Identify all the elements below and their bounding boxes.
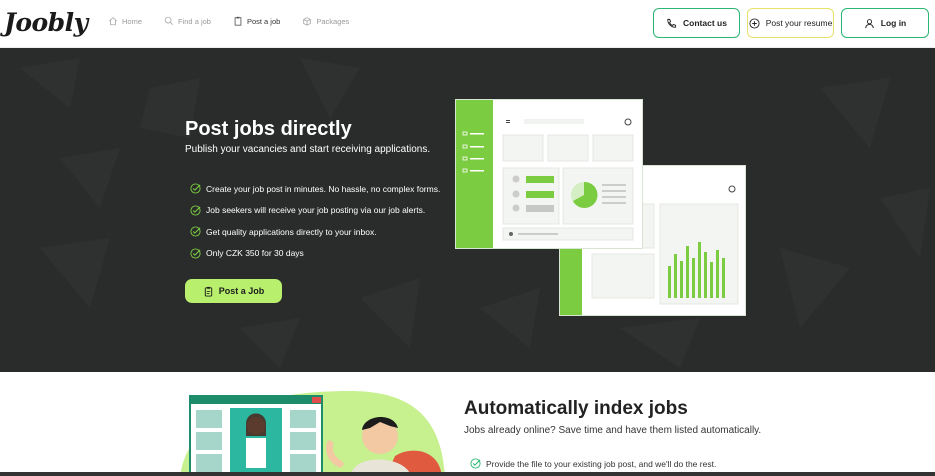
hero-subtitle: Publish your vacancies and start receivi… bbox=[185, 144, 431, 155]
package-icon bbox=[303, 17, 312, 26]
check-icon bbox=[190, 205, 201, 216]
check-icon bbox=[190, 226, 201, 237]
contact-us-button[interactable]: Contact us bbox=[653, 8, 740, 38]
nav-home-label: Home bbox=[122, 16, 143, 26]
mockup-dashboard-illustration bbox=[460, 103, 634, 241]
main-nav: Home Find a job Post a job Packages bbox=[108, 16, 349, 26]
auto-index-section: Automatically index jobs Jobs already on… bbox=[0, 372, 935, 476]
hero-section: Post jobs directly Publish your vacancie… bbox=[0, 48, 935, 372]
nav-find-job[interactable]: Find a job bbox=[164, 16, 211, 26]
login-label: Log in bbox=[880, 18, 907, 28]
hero-title: Post jobs directly bbox=[185, 118, 352, 140]
user-icon bbox=[864, 18, 874, 28]
benefit-text: Create your job post in minutes. No hass… bbox=[206, 183, 441, 194]
benefit-item: Create your job post in minutes. No hass… bbox=[190, 178, 440, 200]
site-header: Joobly Home Find a job Post a job Packag… bbox=[0, 0, 935, 48]
benefits-list: Create your job post in minutes. No hass… bbox=[190, 178, 440, 264]
logo[interactable]: Joobly bbox=[4, 8, 88, 37]
search-person-icon bbox=[164, 16, 174, 26]
nav-post-job-label: Post a job bbox=[246, 16, 281, 26]
nav-packages-label: Packages bbox=[316, 16, 350, 26]
benefit-text: Job seekers will receive your job postin… bbox=[206, 205, 426, 216]
benefit-item: Job seekers will receive your job postin… bbox=[190, 200, 440, 222]
auto-index-benefit-text: Provide the file to your existing job po… bbox=[486, 458, 717, 469]
post-job-label: Post a Job bbox=[218, 286, 265, 296]
contact-us-label: Contact us bbox=[683, 18, 727, 28]
phone-icon bbox=[667, 18, 677, 28]
auto-index-subtitle: Jobs already online? Save time and have … bbox=[464, 425, 762, 436]
clipboard-icon bbox=[204, 286, 212, 297]
browser-bottom-edge bbox=[0, 472, 935, 476]
benefit-item: Get quality applications directly to you… bbox=[190, 221, 440, 243]
check-icon bbox=[470, 458, 481, 469]
auto-index-benefit: Provide the file to your existing job po… bbox=[470, 458, 716, 469]
auto-index-title: Automatically index jobs bbox=[464, 398, 688, 419]
nav-find-job-label: Find a job bbox=[178, 16, 211, 26]
nav-post-job[interactable]: Post a job bbox=[233, 16, 280, 26]
clipboard-icon bbox=[234, 16, 242, 26]
login-button[interactable]: Log in bbox=[841, 8, 929, 38]
home-icon bbox=[108, 17, 118, 26]
check-icon bbox=[190, 248, 201, 259]
check-icon bbox=[190, 183, 201, 194]
benefit-text: Only CZK 350 for 30 days bbox=[206, 248, 304, 259]
dashboard-mockup-front bbox=[455, 99, 643, 249]
post-resume-label: Post your resume bbox=[765, 18, 833, 28]
plus-circle-icon bbox=[749, 17, 760, 29]
post-resume-button[interactable]: Post your resume bbox=[747, 8, 834, 38]
nav-packages[interactable]: Packages bbox=[302, 16, 349, 26]
benefit-item: Only CZK 350 for 30 days bbox=[190, 243, 440, 265]
video-call-illustration bbox=[180, 391, 445, 476]
nav-home[interactable]: Home bbox=[108, 16, 142, 26]
post-job-button[interactable]: Post a Job bbox=[185, 279, 282, 303]
benefit-text: Get quality applications directly to you… bbox=[206, 226, 377, 237]
